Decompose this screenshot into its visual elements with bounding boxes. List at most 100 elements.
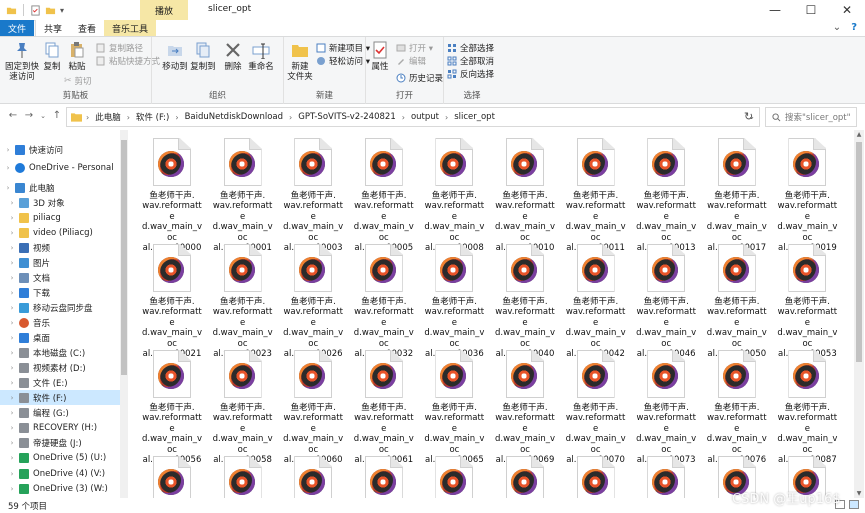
nav-item[interactable]: › video (Piliacg) (0, 225, 120, 240)
nav-item[interactable]: › 3D 对象 (0, 195, 120, 210)
nav-item[interactable]: › 音乐 (0, 315, 120, 330)
file-item[interactable] (352, 456, 416, 498)
scroll-down-icon[interactable]: ▼ (855, 490, 863, 497)
expand-chevron-icon[interactable]: › (8, 319, 16, 327)
expand-chevron-icon[interactable]: › (8, 470, 16, 478)
forward-arrow-icon[interactable]: → (22, 110, 36, 121)
expand-chevron-icon[interactable]: › (8, 379, 16, 387)
search-box[interactable]: 搜索"slicer_opt" (765, 107, 857, 127)
nav-item[interactable]: › 帝捷硬盘 (J:) (0, 435, 120, 450)
tab-file[interactable]: 文件 (0, 20, 34, 36)
expand-chevron-icon[interactable]: › (8, 485, 16, 493)
nav-item[interactable]: › 视频素材 (D:) (0, 360, 120, 375)
file-item[interactable] (281, 456, 345, 498)
expand-chevron-icon[interactable]: › (8, 274, 16, 282)
maximize-button[interactable]: ☐ (793, 0, 829, 20)
expand-chevron-icon[interactable]: › (8, 214, 16, 222)
nav-item[interactable]: › 桌面 (0, 330, 120, 345)
file-item[interactable] (211, 456, 275, 498)
expand-chevron-icon[interactable]: › (8, 289, 16, 297)
expand-chevron-icon[interactable]: › (8, 439, 16, 447)
select-none-button[interactable]: 全部取消 (447, 55, 494, 67)
back-arrow-icon[interactable]: ← (6, 110, 20, 121)
refresh-icon[interactable]: ↻ (744, 110, 753, 123)
delete-button[interactable]: 删除 (222, 41, 244, 72)
close-button[interactable]: ✕ (829, 0, 865, 20)
expand-chevron-icon[interactable]: › (8, 349, 16, 357)
copy-to-button[interactable]: 复制到 (190, 41, 216, 72)
file-item[interactable] (564, 456, 628, 498)
breadcrumb-slicer-opt[interactable]: slicer_opt (454, 112, 495, 122)
expand-chevron-icon[interactable]: › (4, 184, 12, 192)
new-folder-icon[interactable] (45, 5, 56, 16)
expand-chevron-icon[interactable]: › (4, 164, 12, 172)
tab-view[interactable]: 查看 (70, 20, 104, 36)
paste-button[interactable]: 粘贴 (64, 41, 90, 72)
large-icons-view-icon[interactable] (849, 500, 859, 509)
scroll-up-icon[interactable]: ▲ (855, 131, 863, 138)
nav-item[interactable]: › OneDrive (5) (U:) (0, 450, 120, 465)
history-button[interactable]: 历史记录 (396, 72, 443, 84)
expand-chevron-icon[interactable]: › (8, 394, 16, 402)
properties-icon[interactable] (30, 4, 41, 16)
breadcrumb-separator-icon[interactable]: › (127, 113, 130, 122)
pin-to-quick-access-button[interactable]: 固定到快 速访问 (4, 41, 40, 82)
content-scrollbar-thumb[interactable] (856, 142, 862, 362)
nav-item[interactable]: › 文档 (0, 270, 120, 285)
breadcrumb-gpt-sovits[interactable]: GPT-SoVITS-v2-240821 (298, 112, 396, 122)
breadcrumb-baidunetdiskdownload[interactable]: BaiduNetdiskDownload (185, 112, 283, 122)
breadcrumb-drive-f[interactable]: 软件 (F:) (136, 111, 169, 123)
copy-path-button[interactable]: 复制路径 (96, 42, 143, 54)
tab-music-tools[interactable]: 音乐工具 (104, 20, 157, 36)
new-item-button[interactable]: 新建项目 ▾ (316, 42, 370, 54)
expand-chevron-icon[interactable]: › (8, 364, 16, 372)
nav-item[interactable]: › 图片 (0, 255, 120, 270)
nav-item[interactable]: › OneDrive - Personal (0, 160, 120, 175)
invert-selection-button[interactable]: 反向选择 (447, 68, 494, 80)
expand-chevron-icon[interactable]: › (4, 146, 12, 154)
up-arrow-icon[interactable]: ↑ (50, 110, 64, 121)
expand-chevron-icon[interactable]: › (8, 454, 16, 462)
breadcrumb-separator-icon[interactable]: › (402, 113, 405, 122)
help-icon[interactable]: ? (851, 22, 857, 33)
nav-item[interactable]: › 下载 (0, 285, 120, 300)
rename-button[interactable]: 重命名 (248, 41, 274, 72)
copy-button[interactable]: 复制 (40, 41, 64, 72)
move-to-button[interactable]: 移动到 (162, 41, 188, 72)
nav-item[interactable]: › 软件 (F:) (0, 390, 120, 405)
nav-item[interactable]: › 编程 (G:) (0, 405, 120, 420)
edit-button[interactable]: 编辑 (396, 55, 426, 67)
breadcrumb-separator-icon[interactable]: › (175, 113, 178, 122)
expand-chevron-icon[interactable]: › (8, 259, 16, 267)
nav-item[interactable]: › piliacg (0, 210, 120, 225)
expand-chevron-icon[interactable]: › (8, 229, 16, 237)
collapse-ribbon-icon[interactable]: ⌄ (833, 22, 841, 33)
breadcrumb-separator-icon[interactable]: › (445, 113, 448, 122)
new-folder-button[interactable]: 新建 文件夹 (286, 41, 314, 82)
nav-item[interactable]: › 视频 (0, 240, 120, 255)
nav-item[interactable]: › 快速访问 (0, 142, 120, 157)
expand-chevron-icon[interactable]: › (8, 199, 16, 207)
address-bar[interactable]: › 此电脑 › 软件 (F:) › BaiduNetdiskDownload ›… (66, 107, 760, 127)
customize-quick-access-icon[interactable]: ▾ (60, 6, 64, 15)
nav-item[interactable]: › OneDrive (3) (W:) (0, 481, 120, 496)
nav-item[interactable]: › 文件 (E:) (0, 375, 120, 390)
file-item[interactable] (493, 456, 557, 498)
nav-item[interactable]: › RECOVERY (H:) (0, 420, 120, 435)
open-button[interactable]: 打开 ▾ (396, 42, 433, 54)
breadcrumb-separator-icon[interactable]: › (289, 113, 292, 122)
expand-chevron-icon[interactable]: › (8, 409, 16, 417)
paste-shortcut-button[interactable]: 粘贴快捷方式 (96, 55, 160, 67)
nav-item[interactable]: › 移动云盘同步盘 (0, 300, 120, 315)
nav-scrollbar-thumb[interactable] (121, 140, 127, 375)
nav-scrollbar[interactable] (120, 130, 128, 498)
context-tab-play[interactable]: 播放 (140, 0, 188, 20)
select-all-button[interactable]: 全部选择 (447, 42, 494, 54)
nav-item[interactable]: › 此电脑 (0, 180, 120, 195)
file-item[interactable] (422, 456, 486, 498)
expand-chevron-icon[interactable]: › (8, 244, 16, 252)
properties-button[interactable]: 属性 (368, 41, 392, 72)
breadcrumb-output[interactable]: output (411, 112, 439, 122)
easy-access-button[interactable]: 轻松访问 ▾ (316, 55, 370, 67)
breadcrumb-this-pc[interactable]: 此电脑 (95, 111, 121, 123)
